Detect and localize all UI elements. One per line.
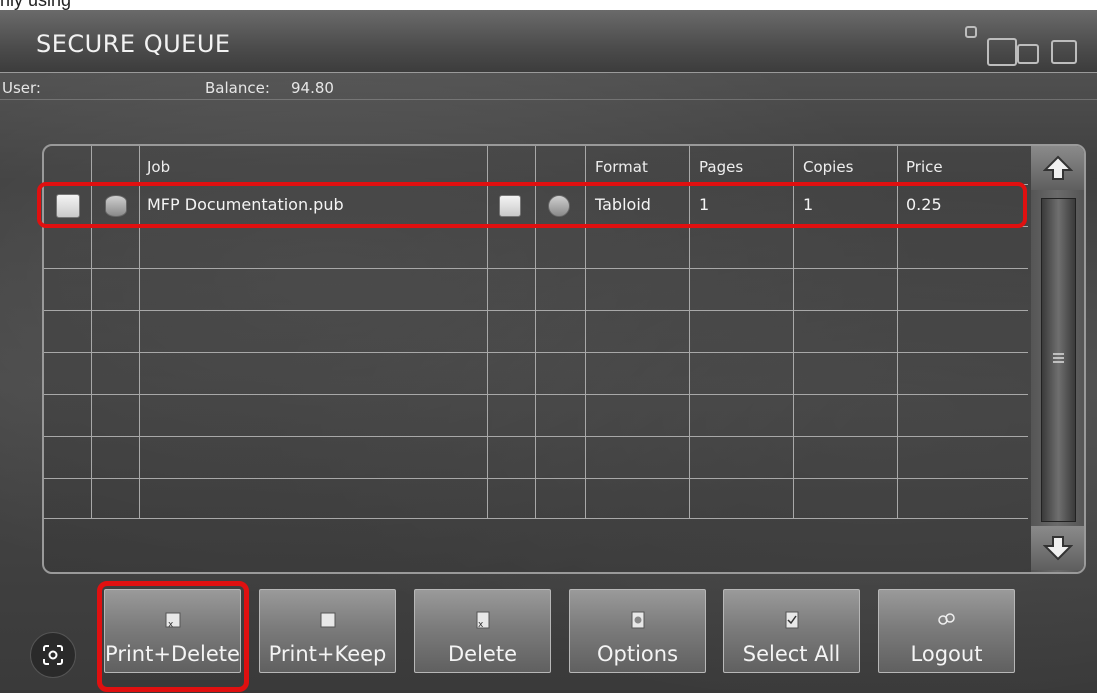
logout-label: Logout xyxy=(910,642,983,666)
scroll-track[interactable] xyxy=(1041,198,1076,522)
header-copies[interactable]: Copies xyxy=(803,158,853,176)
window-overlap-icon xyxy=(1017,44,1039,64)
row-divider xyxy=(44,352,1028,353)
row-highlight-annotation xyxy=(37,182,1027,228)
arrow-down-icon xyxy=(1042,536,1073,561)
user-label: User: xyxy=(2,79,41,97)
grip-icon xyxy=(1053,353,1064,363)
title-bar: SECURE QUEUE xyxy=(0,10,1097,73)
scroll-up-button[interactable] xyxy=(1031,146,1084,190)
lens-button[interactable] xyxy=(30,632,76,678)
balance-value: 94.80 xyxy=(291,79,334,97)
print-keep-icon xyxy=(318,610,338,630)
header-price[interactable]: Price xyxy=(906,158,943,176)
scroll-down-button[interactable] xyxy=(1031,526,1084,570)
select-all-icon xyxy=(782,610,802,630)
delete-button[interactable]: x Delete xyxy=(414,589,551,673)
logout-button[interactable]: Logout xyxy=(878,589,1015,673)
header-format[interactable]: Format xyxy=(595,158,648,176)
arrow-up-icon xyxy=(1042,155,1073,180)
secure-queue-screen: SECURE QUEUE User: Balance: 94.80 Job Fo… xyxy=(0,10,1097,693)
delete-icon: x xyxy=(473,610,493,630)
print-keep-button[interactable]: Print+Keep xyxy=(259,589,396,673)
row-divider xyxy=(44,518,1028,519)
window-large-icon xyxy=(987,38,1017,66)
svg-text:x: x xyxy=(478,620,484,630)
select-all-button[interactable]: Select All xyxy=(723,589,860,673)
window-small-icon xyxy=(965,26,977,38)
row-divider xyxy=(44,394,1028,395)
options-button[interactable]: Options xyxy=(569,589,706,673)
options-icon xyxy=(628,610,648,630)
header-job[interactable]: Job xyxy=(147,158,170,176)
google-lens-icon xyxy=(43,645,63,665)
row-divider xyxy=(44,310,1028,311)
balance-label: Balance: xyxy=(205,79,270,97)
scrollbar[interactable] xyxy=(1031,146,1084,572)
top-strip: nly using xyxy=(0,0,1097,10)
button-highlight-annotation xyxy=(97,581,249,692)
row-divider xyxy=(44,268,1028,269)
print-keep-label: Print+Keep xyxy=(268,642,387,666)
window-square-icon xyxy=(1051,40,1077,64)
delete-label: Delete xyxy=(448,642,517,666)
user-balance-bar: User: Balance: 94.80 xyxy=(0,79,1097,100)
select-all-label: Select All xyxy=(742,642,841,666)
row-divider xyxy=(44,436,1028,437)
app-title: SECURE QUEUE xyxy=(36,30,231,58)
header-pages[interactable]: Pages xyxy=(699,158,743,176)
logout-icon xyxy=(937,610,957,630)
options-label: Options xyxy=(596,642,679,666)
row-divider xyxy=(44,478,1028,479)
